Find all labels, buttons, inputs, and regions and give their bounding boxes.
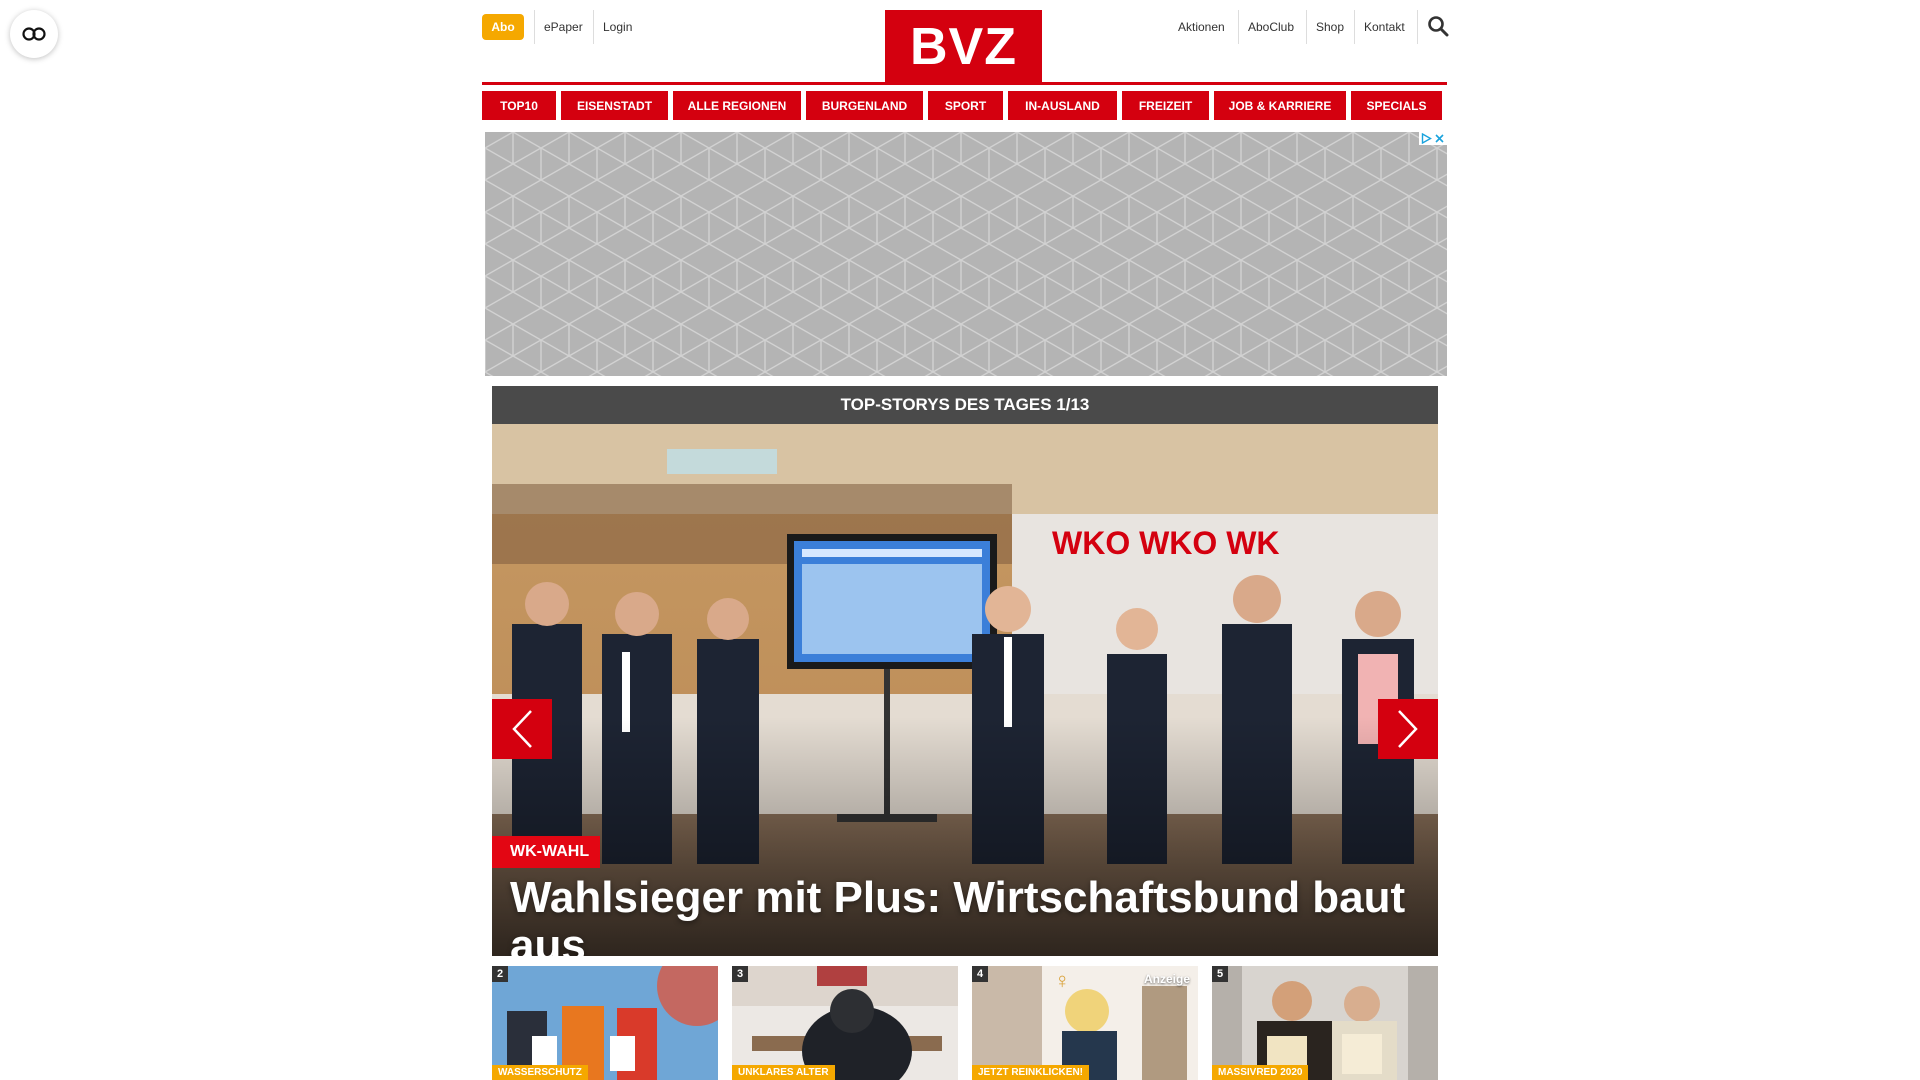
story-category-badge[interactable]: WK-WAHL: [492, 836, 601, 868]
bvz-logo[interactable]: BVZ: [885, 10, 1042, 84]
teaser-photo: [1212, 966, 1438, 1080]
carousel-next-button[interactable]: [1378, 699, 1438, 759]
carousel-slide-image[interactable]: WKO WKO WK: [492, 424, 1438, 956]
nav-item-alle-regionen[interactable]: ALLE REGIONEN: [673, 91, 801, 120]
site-header: Abo ePaper Login BVZ Aktionen AboClub Sh…: [482, 0, 1449, 84]
aktionen-link[interactable]: Aktionen: [1178, 14, 1225, 40]
chevron-right-icon: [1398, 710, 1418, 748]
header-divider: [482, 82, 1447, 85]
story-headline[interactable]: Wahlsieger mit Plus: Wirtschaftsbund bau…: [510, 874, 1430, 957]
divider: [593, 10, 594, 44]
teaser-number: 4: [972, 966, 989, 982]
teaser-card[interactable]: 5 MASSIVRED 2020: [1212, 966, 1438, 1080]
teaser-number: 2: [492, 966, 509, 982]
nav-item-eisenstadt[interactable]: EISENSTADT: [561, 91, 668, 120]
divider: [1238, 10, 1239, 44]
search-icon[interactable]: [1427, 15, 1449, 37]
svg-text:♀: ♀: [1054, 968, 1071, 993]
nav-item-specials[interactable]: SPECIALS: [1351, 91, 1442, 120]
teaser-tag: JETZT REINKLICKEN!: [972, 1065, 1089, 1080]
carousel-prev-button[interactable]: [492, 699, 552, 759]
ad-badge: [1419, 132, 1447, 145]
nav-item-freizeit[interactable]: FREIZEIT: [1122, 91, 1209, 120]
teaser-tag: UNKLARES ALTER: [732, 1065, 835, 1080]
teaser-row: 2 WASSERSCHUTZ 3 UNKLARES ALTER ♀ 4 Anze…: [492, 966, 1438, 1080]
divider: [1306, 10, 1307, 44]
epaper-link[interactable]: ePaper: [544, 14, 583, 40]
divider: [1417, 10, 1418, 44]
main-nav: TOP10 EISENSTADT ALLE REGIONEN BURGENLAN…: [482, 91, 1447, 120]
ad-banner[interactable]: [485, 132, 1447, 376]
nav-item-burgenland[interactable]: BURGENLAND: [806, 91, 923, 120]
carousel-title: TOP-STORYS DES TAGES 1/13: [492, 386, 1438, 424]
teaser-photo: [732, 966, 958, 1080]
teaser-photo: [492, 966, 718, 1080]
shop-link[interactable]: Shop: [1316, 14, 1344, 40]
nav-item-job-karriere[interactable]: JOB & KARRIERE: [1214, 91, 1346, 120]
teaser-card[interactable]: ♀ 4 Anzeige JETZT REINKLICKEN!: [972, 966, 1198, 1080]
login-link[interactable]: Login: [603, 14, 632, 40]
abo-button[interactable]: Abo: [482, 14, 524, 40]
top-stories-carousel: TOP-STORYS DES TAGES 1/13 WK-WAHL Wahlsi…: [492, 386, 1438, 956]
divider: [534, 10, 535, 44]
teaser-card[interactable]: 3 UNKLARES ALTER: [732, 966, 958, 1080]
teaser-card[interactable]: 2 WASSERSCHUTZ: [492, 966, 718, 1080]
teaser-number: 3: [732, 966, 749, 982]
kontakt-link[interactable]: Kontakt: [1364, 14, 1405, 40]
teaser-tag: MASSIVRED 2020: [1212, 1065, 1309, 1080]
teaser-number: 5: [1212, 966, 1229, 982]
nav-item-sport[interactable]: SPORT: [928, 91, 1003, 120]
accessibility-button[interactable]: [10, 10, 58, 58]
divider: [1354, 10, 1355, 44]
nav-item-in-ausland[interactable]: IN-AUSLAND: [1008, 91, 1117, 120]
sponsored-label: Anzeige: [1143, 972, 1190, 986]
nav-item-top10[interactable]: TOP10: [482, 91, 556, 120]
chevron-left-icon: [512, 710, 532, 748]
eye-glasses-icon: [22, 27, 46, 41]
teaser-tag: WASSERSCHUTZ: [492, 1065, 588, 1080]
adchoices-icon[interactable]: [1421, 133, 1432, 144]
ad-placeholder-pattern: [485, 132, 1447, 376]
aboclub-link[interactable]: AboClub: [1248, 14, 1294, 40]
close-icon[interactable]: [1434, 133, 1445, 144]
